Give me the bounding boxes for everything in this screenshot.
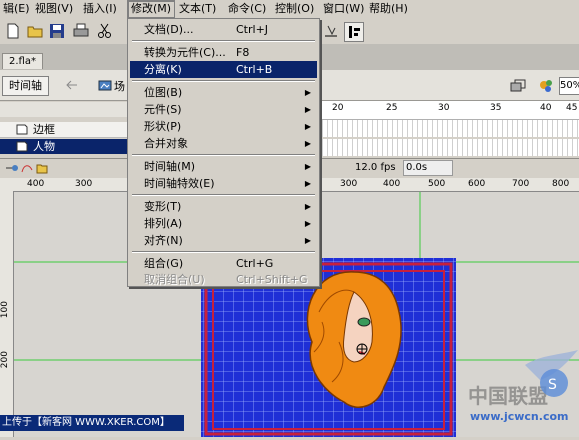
frame-number: 20	[332, 103, 344, 113]
submenu-arrow-icon: ▶	[304, 162, 311, 171]
menu-item-ungroup[interactable]: 取消组合(U) Ctrl+Shift+G	[130, 271, 317, 288]
layer-icon	[16, 124, 28, 135]
menu-item-timeline-effects[interactable]: 时间轴特效(E) ▶	[130, 175, 317, 192]
menu-view[interactable]: 视图(V)	[32, 1, 76, 17]
scene-icon	[98, 80, 112, 91]
wings-logo-icon: S	[525, 350, 578, 397]
layer-name: 人物	[33, 140, 55, 153]
document-tab[interactable]: 2.fla*	[2, 53, 43, 69]
open-folder-icon[interactable]	[26, 22, 44, 40]
ruler-tick: 400	[27, 179, 45, 189]
frame-number: 40	[540, 103, 552, 113]
menu-window[interactable]: 窗口(W)	[320, 1, 367, 17]
edit-symbols-icon[interactable]	[510, 79, 526, 93]
menu-separator	[132, 251, 315, 253]
menu-separator	[132, 40, 315, 42]
ruler-tick: 500	[428, 179, 446, 189]
ruler-tick: 600	[468, 179, 486, 189]
menu-command[interactable]: 命令(C)	[225, 1, 269, 17]
menu-item-convert-to-symbol[interactable]: 转换为元件(C)... F8	[130, 44, 317, 61]
menu-control[interactable]: 控制(O)	[272, 1, 317, 17]
menu-item-symbol[interactable]: 元件(S) ▶	[130, 101, 317, 118]
menu-separator	[132, 80, 315, 82]
zoom-field[interactable]: 50%	[559, 77, 579, 95]
scene-label: 场	[114, 80, 125, 93]
menu-item-align[interactable]: 对齐(N) ▶	[130, 232, 317, 249]
menu-item-group[interactable]: 组合(G) Ctrl+G	[130, 255, 317, 272]
ruler-tick: 200	[0, 351, 10, 369]
frame-number: 30	[438, 103, 450, 113]
ruler-tick: 400	[383, 179, 401, 189]
ruler-tick: 300	[75, 179, 93, 189]
submenu-arrow-icon: ▶	[304, 202, 311, 211]
snap-icon[interactable]	[322, 22, 340, 40]
modify-menu: 文档(D)... Ctrl+J 转换为元件(C)... F8 分离(K) Ctr…	[127, 18, 320, 287]
print-icon[interactable]	[72, 22, 90, 40]
align-icon	[349, 26, 360, 38]
layer-icon	[16, 141, 28, 152]
menu-item-transform[interactable]: 变形(T) ▶	[130, 198, 317, 215]
frame-cells	[318, 120, 579, 156]
submenu-arrow-icon: ▶	[304, 122, 311, 131]
watermark-site: www.jcwcn.com	[470, 410, 569, 423]
cut-icon[interactable]	[96, 22, 114, 40]
ruler-tick: 300	[340, 179, 358, 189]
insert-layer-icon[interactable]	[4, 162, 18, 174]
add-folder-icon[interactable]	[36, 162, 48, 174]
upload-caption: 上传于【新客网 WWW.XKER.COM】	[0, 415, 184, 431]
timeline-toggle-button[interactable]: 时间轴	[2, 76, 49, 96]
menu-item-shape[interactable]: 形状(P) ▶	[130, 118, 317, 135]
vertical-ruler: 100 200	[0, 191, 14, 437]
submenu-arrow-icon: ▶	[304, 88, 311, 97]
document-tab-label: 2.fla*	[9, 56, 36, 67]
menu-separator	[132, 194, 315, 196]
save-icon[interactable]	[48, 22, 66, 40]
frame-ruler: 20 25 30 35 40 45	[318, 101, 579, 120]
menu-modify[interactable]: 修改(M)	[127, 0, 176, 18]
motion-guide-icon[interactable]	[20, 162, 34, 174]
menu-item-arrange[interactable]: 排列(A) ▶	[130, 215, 317, 232]
back-arrow-icon[interactable]	[66, 80, 78, 90]
layer-name: 边框	[33, 123, 55, 136]
svg-text:S: S	[548, 377, 557, 393]
frame-number: 35	[490, 103, 502, 113]
ruler-tick: 800	[552, 179, 570, 189]
submenu-arrow-icon: ▶	[304, 179, 311, 188]
menubar: 辑(E) 视图(V) 插入(I) 修改(M) 文本(T) 命令(C) 控制(O)…	[0, 0, 579, 19]
ruler-tick: 700	[512, 179, 530, 189]
elapsed-time: 0.0s	[403, 160, 453, 176]
menu-text[interactable]: 文本(T)	[176, 1, 219, 17]
menu-help[interactable]: 帮助(H)	[366, 1, 411, 17]
submenu-arrow-icon: ▶	[304, 139, 311, 148]
menu-separator	[132, 154, 315, 156]
align-toggle-button[interactable]	[344, 22, 364, 42]
fps-display: 12.0 fps	[355, 162, 396, 173]
zoom-value: 50%	[560, 80, 579, 91]
submenu-arrow-icon: ▶	[304, 105, 311, 114]
frame-number: 45	[566, 103, 578, 113]
new-file-icon[interactable]	[4, 22, 22, 40]
edit-scene-icon[interactable]	[538, 77, 556, 95]
frame-number: 25	[386, 103, 398, 113]
frame-grid[interactable]	[318, 120, 579, 158]
menu-item-timeline[interactable]: 时间轴(M) ▶	[130, 158, 317, 175]
ruler-tick: 100	[0, 301, 10, 319]
submenu-arrow-icon: ▶	[304, 219, 311, 228]
menu-edit[interactable]: 辑(E)	[0, 1, 33, 17]
menu-item-break-apart[interactable]: 分离(K) Ctrl+B	[130, 61, 317, 78]
menu-insert[interactable]: 插入(I)	[80, 1, 120, 17]
menu-item-combine-objects[interactable]: 合并对象 ▶	[130, 135, 317, 152]
menu-item-document[interactable]: 文档(D)... Ctrl+J	[130, 21, 317, 38]
menu-item-bitmap[interactable]: 位图(B) ▶	[130, 84, 317, 101]
submenu-arrow-icon: ▶	[304, 236, 311, 245]
